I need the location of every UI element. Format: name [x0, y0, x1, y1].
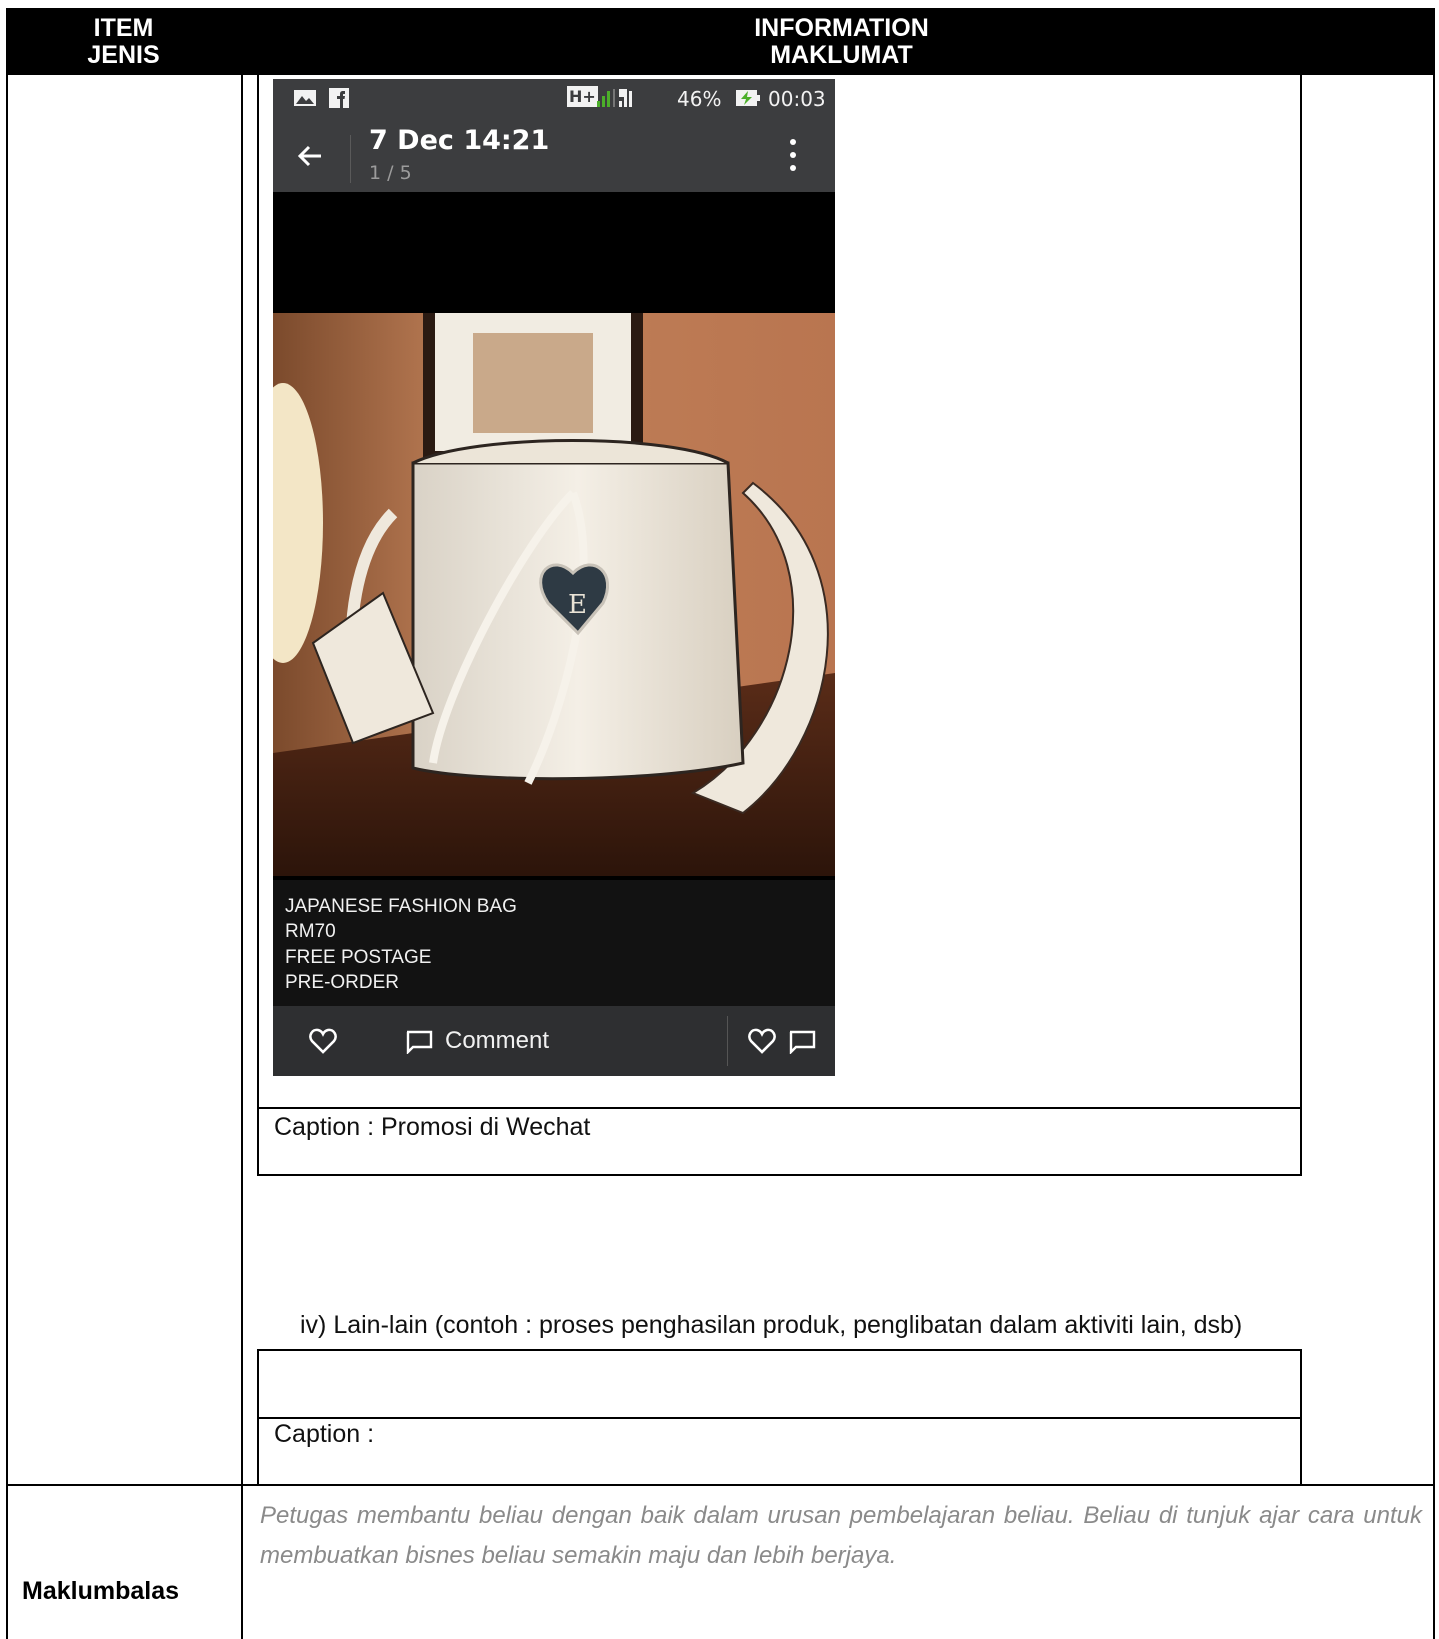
caption-box-2-left-border — [257, 1349, 259, 1486]
handbag-photo: E — [273, 313, 835, 876]
signal-strength-icon — [597, 89, 632, 107]
network-type-badge: H+ — [567, 86, 598, 107]
image-page-counter: 1 / 5 — [369, 162, 412, 184]
post-caption-line: PRE-ORDER — [285, 972, 400, 993]
column-divider — [241, 75, 243, 1639]
clock: 00:03 — [768, 87, 826, 111]
likes-count-heart-icon[interactable] — [748, 1028, 776, 1054]
status-bar: H+ 46% 00:03 — [273, 79, 835, 119]
comment-button-label[interactable]: Comment — [445, 1027, 549, 1055]
header-information-column: INFORMATION MAKLUMAT — [248, 8, 1435, 75]
table-left-border — [6, 8, 8, 1639]
wechat-post-screenshot: H+ 46% 00:03 7 Dec 14:21 1 / 5 E JAPANES… — [273, 79, 835, 1076]
charm-letter: E — [568, 590, 587, 620]
caption-box-2-bottom-border — [257, 1484, 1302, 1486]
caption-promosi: Caption : Promosi di Wechat — [274, 1113, 591, 1141]
header-jenis-label: JENIS — [87, 40, 160, 69]
battery-percentage: 46% — [677, 87, 722, 111]
table-header: ITEM JENIS INFORMATION MAKLUMAT — [6, 8, 1435, 75]
caption-box-divider — [257, 1107, 1302, 1109]
post-caption-line: FREE POSTAGE — [285, 947, 432, 968]
more-options-icon[interactable] — [788, 137, 798, 173]
caption-box-2-right-border — [1300, 1349, 1302, 1486]
caption-box-2-divider — [257, 1417, 1302, 1419]
post-actions-bar: Comment — [273, 1006, 835, 1076]
app-bar: 7 Dec 14:21 1 / 5 — [273, 119, 835, 192]
maklumbalas-label: Maklumbalas — [22, 1577, 180, 1605]
comment-icon[interactable] — [405, 1030, 433, 1054]
section-iv-heading: iv) Lain-lain (contoh : proses penghasil… — [300, 1311, 1243, 1339]
post-caption-line: RM70 — [285, 921, 336, 942]
post-caption-line: JAPANESE FASHION BAG — [285, 896, 517, 917]
header-item-column: ITEM JENIS — [6, 8, 241, 75]
header-item-label: ITEM — [93, 13, 154, 42]
header-information-label: INFORMATION — [754, 13, 929, 42]
caption-box-right-border — [1300, 75, 1302, 1176]
caption-empty: Caption : — [274, 1420, 375, 1448]
post-date-title: 7 Dec 14:21 — [369, 125, 550, 156]
battery-charging-icon — [736, 90, 760, 106]
comments-count-icon[interactable] — [788, 1030, 816, 1054]
like-heart-icon[interactable] — [309, 1028, 337, 1054]
facebook-icon — [329, 88, 349, 108]
app-bar-separator — [350, 135, 351, 183]
post-caption: JAPANESE FASHION BAG RM70 FREE POSTAGE P… — [273, 880, 835, 1006]
caption-box-2-top-border — [257, 1349, 1302, 1351]
caption-box-bottom-border — [257, 1174, 1302, 1176]
gallery-icon — [294, 90, 316, 106]
header-maklumat-label: MAKLUMAT — [770, 40, 913, 69]
actions-divider — [727, 1016, 728, 1066]
back-arrow-icon[interactable] — [295, 141, 325, 171]
caption-box-left-border — [257, 75, 259, 1176]
table-right-border — [1433, 8, 1435, 1639]
feedback-text: Petugas membantu beliau dengan baik dala… — [260, 1502, 1422, 1569]
